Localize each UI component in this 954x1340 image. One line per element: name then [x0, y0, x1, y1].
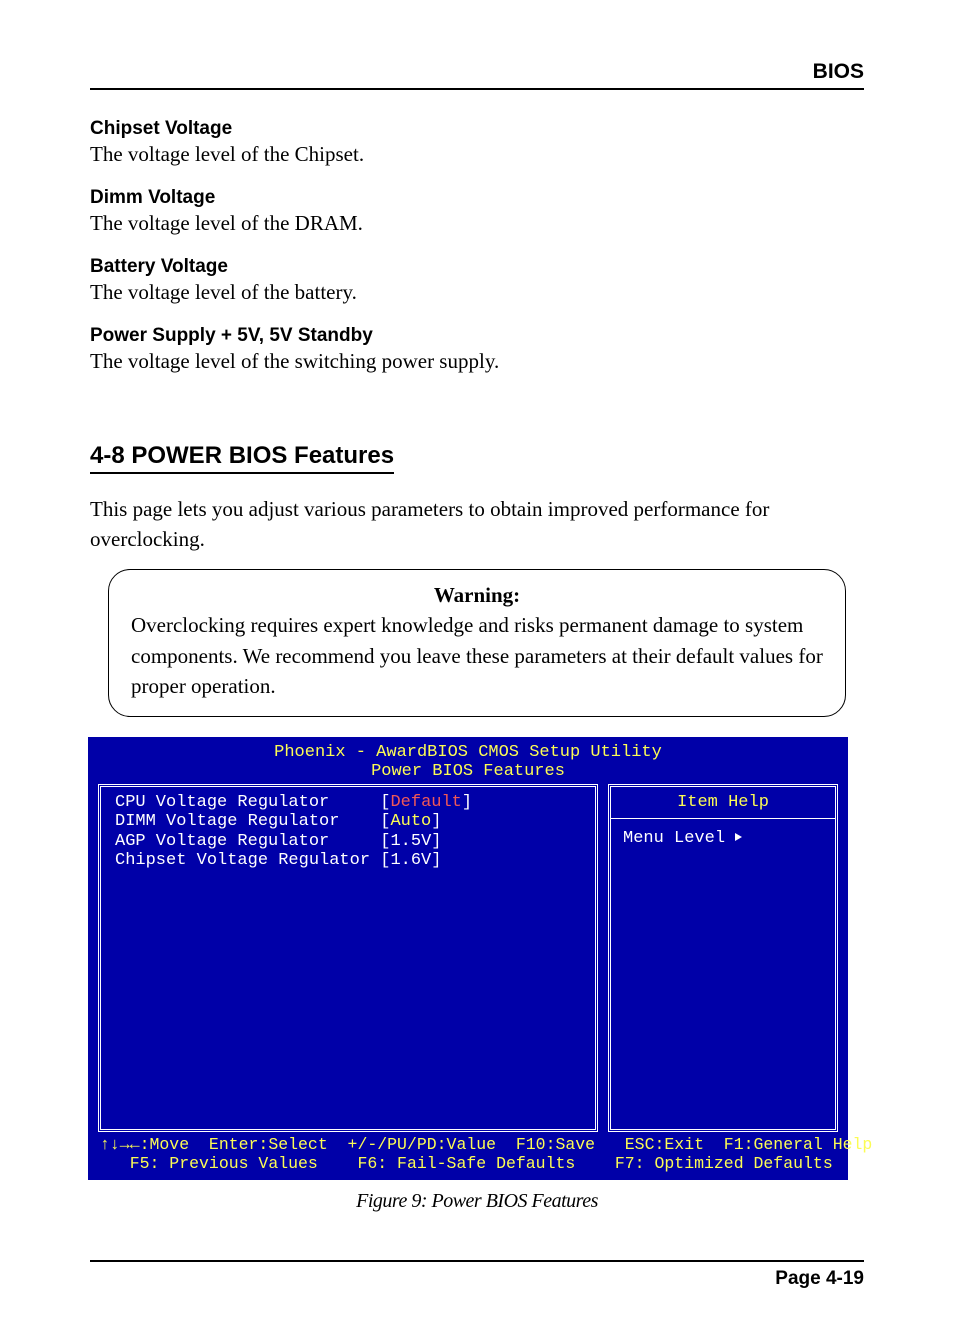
header-title: BIOS	[90, 60, 864, 88]
def-title: Power Supply + 5V, 5V Standby	[90, 325, 864, 347]
warning-label: Warning:	[131, 580, 823, 610]
header-rule: BIOS	[90, 60, 864, 90]
def-title: Battery Voltage	[90, 256, 864, 278]
bios-footer: ↑↓→←:Move Enter:Select +/-/PU/PD:Value F…	[88, 1132, 848, 1176]
bios-value: 1.6V	[390, 851, 431, 870]
definition-block: Chipset Voltage The voltage level of the…	[90, 118, 864, 167]
bios-settings-panel: CPU Voltage Regulator [Default] DIMM Vol…	[98, 784, 598, 1132]
warning-text: Overclocking requires expert knowledge a…	[131, 613, 823, 698]
bios-setting-row: AGP Voltage Regulator [1.5V]	[115, 832, 585, 852]
definition-block: Power Supply + 5V, 5V Standby The voltag…	[90, 325, 864, 374]
bios-body: CPU Voltage Regulator [Default] DIMM Vol…	[88, 784, 848, 1132]
def-title: Chipset Voltage	[90, 118, 864, 140]
section-body: This page lets you adjust various parame…	[90, 494, 864, 555]
bios-value: Auto	[390, 812, 431, 831]
bios-help-title: Item Help	[611, 787, 835, 820]
bios-title: Phoenix - AwardBIOS CMOS Setup Utility P…	[88, 737, 848, 784]
figure-caption: Figure 9: Power BIOS Features	[90, 1190, 864, 1213]
def-body: The voltage level of the battery.	[90, 280, 864, 305]
page: BIOS Chipset Voltage The voltage level o…	[0, 0, 954, 1340]
bios-setting-row: CPU Voltage Regulator [Default]	[115, 793, 585, 813]
bios-menu-level: Menu Level	[611, 819, 835, 859]
warning-box: Warning: Overclocking requires expert kn…	[108, 569, 846, 717]
section-heading: 4-8 POWER BIOS Features	[90, 442, 394, 474]
bios-screenshot: Phoenix - AwardBIOS CMOS Setup Utility P…	[88, 737, 848, 1180]
def-body: The voltage level of the DRAM.	[90, 211, 864, 236]
bios-setting-row: DIMM Voltage Regulator [Auto]	[115, 812, 585, 832]
bios-help-panel: Item Help Menu Level	[608, 784, 838, 1132]
bios-setting-row: Chipset Voltage Regulator [1.6V]	[115, 851, 585, 871]
definition-block: Dimm Voltage The voltage level of the DR…	[90, 187, 864, 236]
def-title: Dimm Voltage	[90, 187, 864, 209]
chevron-right-icon	[735, 833, 742, 841]
bios-value: Default	[390, 793, 461, 812]
definition-block: Battery Voltage The voltage level of the…	[90, 256, 864, 305]
page-footer: Page 4-19	[90, 1260, 864, 1290]
bios-value: 1.5V	[390, 832, 431, 851]
page-number: Page 4-19	[90, 1260, 864, 1290]
def-body: The voltage level of the switching power…	[90, 349, 864, 374]
def-body: The voltage level of the Chipset.	[90, 142, 864, 167]
